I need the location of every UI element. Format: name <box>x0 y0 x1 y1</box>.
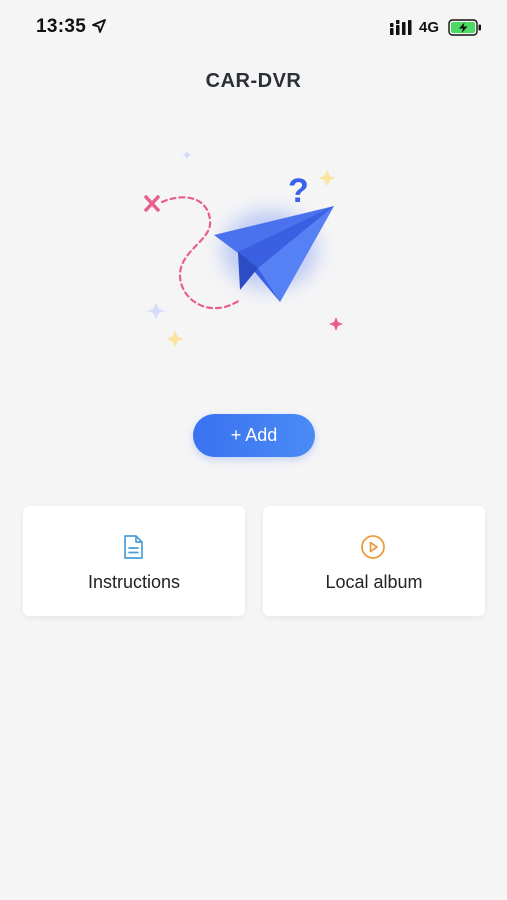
add-button[interactable]: + Add <box>193 414 315 457</box>
play-circle-icon <box>361 535 385 559</box>
cross-mark <box>144 195 160 212</box>
battery-charging-icon <box>448 19 481 36</box>
app-screen: 13:35 4G CAR-DVR ? + Add Instructions Lo… <box>0 0 507 900</box>
document-icon <box>124 535 143 559</box>
local-album-label: Local album <box>325 572 423 592</box>
network-label: 4G <box>419 19 440 36</box>
paper-plane-icon: ? <box>144 151 343 347</box>
svg-text:?: ? <box>288 172 309 210</box>
instructions-label: Instructions <box>87 572 181 592</box>
signal-icon <box>390 20 412 35</box>
page-title: CAR-DVR <box>205 70 302 92</box>
status-bar: 13:35 4G <box>0 0 507 56</box>
location-arrow-icon <box>92 19 106 33</box>
instructions-card[interactable]: Instructions <box>23 506 245 616</box>
local-album-card[interactable]: Local album <box>263 506 485 616</box>
status-time: 13:35 <box>36 16 87 37</box>
